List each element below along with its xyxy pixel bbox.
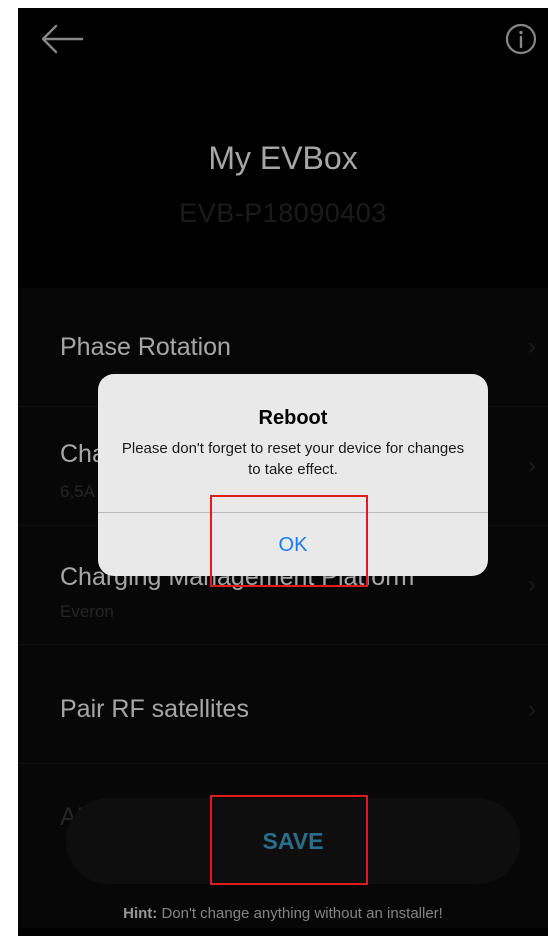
dialog-title: Reboot: [258, 407, 328, 429]
dialog-message: Please don't forget to reset your device…: [121, 440, 465, 478]
app-screen: My EVBox EVB-P18090403 Phase Rotation › …: [18, 8, 548, 936]
highlight-box-ok: [210, 495, 368, 587]
highlight-box-save: [210, 795, 368, 885]
